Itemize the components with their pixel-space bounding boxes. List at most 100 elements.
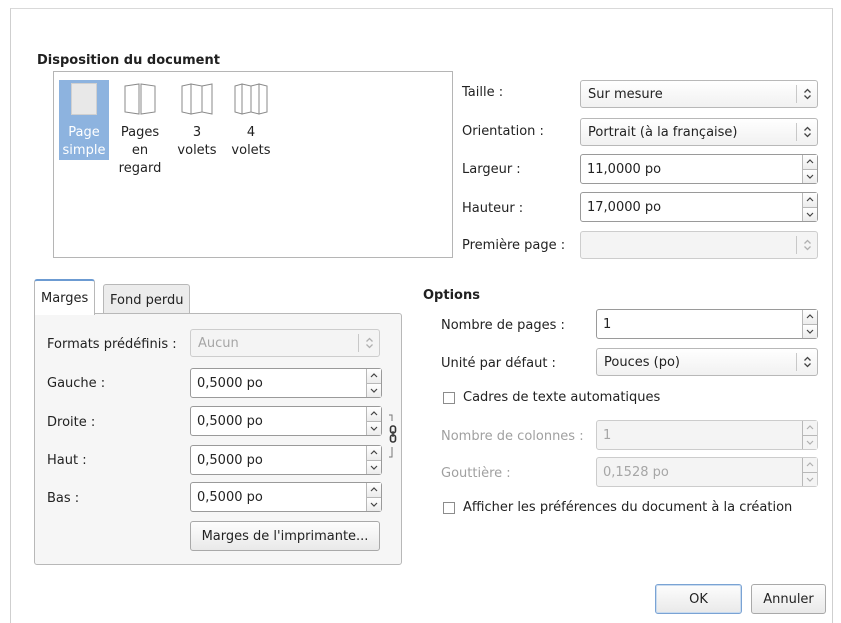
tab-margins-label: Marges: [41, 290, 89, 306]
layout-item-label-line1: 3: [192, 125, 202, 140]
layout-item-label-line1: Pages: [120, 125, 160, 140]
three-fold-icon: [172, 80, 222, 124]
layout-item-4-fold[interactable]: 4 volets: [224, 80, 278, 160]
gutter-decrement-button[interactable]: [803, 472, 817, 486]
width-input[interactable]: [581, 155, 802, 183]
height-spinbox[interactable]: [580, 192, 818, 222]
tab-bleed-label: Fond perdu: [110, 293, 184, 308]
bottom-margin-input[interactable]: [191, 483, 366, 511]
page-count-decrement-button[interactable]: [803, 324, 817, 338]
left-margin-decrement-button[interactable]: [367, 383, 381, 397]
show-prefs-checkbox-row[interactable]: Afficher les préférences du document à l…: [443, 500, 792, 515]
top-margin-label: Haut :: [47, 453, 87, 468]
left-margin-input[interactable]: [191, 369, 366, 397]
columns-label: Nombre de colonnes :: [441, 429, 584, 444]
size-label: Taille :: [462, 85, 504, 100]
left-margin-label: Gauche :: [47, 376, 106, 391]
presets-value: Aucun: [198, 335, 239, 351]
updown-arrows-icon: [797, 88, 817, 100]
auto-frames-checkbox[interactable]: [443, 391, 455, 404]
top-margin-spinbox[interactable]: [190, 445, 382, 475]
layout-item-label-line2: volets: [177, 143, 217, 158]
size-combo[interactable]: Sur mesure: [580, 80, 818, 108]
default-unit-value: Pouces (po): [604, 354, 680, 370]
bottom-margin-label: Bas :: [47, 491, 80, 506]
chevron-up-icon: [806, 314, 814, 319]
right-margin-input[interactable]: [191, 407, 366, 435]
top-margin-input[interactable]: [191, 446, 366, 474]
right-margin-label: Droite :: [47, 415, 96, 430]
orientation-label: Orientation :: [462, 124, 544, 139]
gutter-label: Gouttière :: [441, 466, 511, 481]
bottom-margin-increment-button[interactable]: [367, 483, 381, 498]
show-prefs-label: Afficher les préférences du document à l…: [463, 500, 793, 515]
chevron-down-icon: [370, 502, 378, 507]
first-page-label: Première page :: [462, 238, 566, 253]
top-margin-decrement-button[interactable]: [367, 460, 381, 474]
gutter-increment-button[interactable]: [803, 458, 817, 473]
printer-margins-button[interactable]: Marges de l'imprimante...: [190, 521, 380, 551]
width-label: Largeur :: [462, 162, 521, 177]
width-decrement-button[interactable]: [803, 169, 817, 183]
tab-margins[interactable]: Marges: [34, 279, 96, 315]
orientation-value: Portrait (à la française): [588, 124, 738, 140]
chevron-up-icon: [806, 197, 814, 202]
chain-link-icon: [389, 414, 397, 458]
height-increment-button[interactable]: [803, 193, 817, 208]
right-margin-spinbox[interactable]: [190, 406, 382, 436]
layout-item-facing-pages[interactable]: Pages en regard: [117, 80, 163, 190]
chevron-down-icon: [806, 440, 814, 445]
layout-item-label-line1: Page: [68, 125, 100, 140]
presets-combo[interactable]: Aucun: [190, 329, 380, 357]
chevron-up-icon: [370, 487, 378, 492]
chevron-down-icon: [806, 477, 814, 482]
width-increment-button[interactable]: [803, 155, 817, 170]
link-margins-toggle[interactable]: [387, 413, 399, 463]
chevron-up-icon: [806, 462, 814, 467]
left-margin-spinbox[interactable]: [190, 368, 382, 398]
tab-bleed[interactable]: Fond perdu: [103, 284, 191, 316]
size-value: Sur mesure: [588, 86, 663, 102]
gutter-spinbox[interactable]: [596, 457, 818, 487]
columns-increment-button[interactable]: [803, 421, 817, 436]
page-count-label: Nombre de pages :: [441, 318, 565, 333]
chevron-up-icon: [370, 411, 378, 416]
page-count-increment-button[interactable]: [803, 310, 817, 325]
presets-label: Formats prédéfinis :: [47, 337, 177, 352]
gutter-input[interactable]: [597, 458, 802, 486]
default-unit-combo[interactable]: Pouces (po): [596, 348, 818, 376]
height-label: Hauteur :: [462, 201, 524, 216]
right-margin-increment-button[interactable]: [367, 407, 381, 422]
top-margin-increment-button[interactable]: [367, 446, 381, 461]
left-margin-increment-button[interactable]: [367, 369, 381, 384]
columns-input[interactable]: [597, 421, 802, 449]
updown-arrows-icon: [797, 126, 817, 138]
printer-margins-label: Marges de l'imprimante...: [201, 528, 369, 544]
bottom-margin-decrement-button[interactable]: [367, 497, 381, 511]
chevron-up-icon: [370, 373, 378, 378]
height-decrement-button[interactable]: [803, 207, 817, 221]
orientation-combo[interactable]: Portrait (à la française): [580, 118, 818, 146]
layout-item-3-fold[interactable]: 3 volets: [172, 80, 222, 160]
chevron-down-icon: [806, 329, 814, 334]
show-prefs-checkbox[interactable]: [443, 501, 455, 514]
height-input[interactable]: [581, 193, 802, 221]
page-count-spinbox[interactable]: [596, 309, 818, 339]
page-count-input[interactable]: [597, 310, 802, 338]
cancel-button[interactable]: Annuler: [751, 584, 826, 614]
chevron-down-icon: [370, 388, 378, 393]
ok-button[interactable]: OK: [655, 584, 742, 614]
layout-item-label-line2: simple: [62, 143, 106, 158]
width-spinbox[interactable]: [580, 154, 818, 184]
layout-item-single-page[interactable]: Page simple: [59, 80, 109, 160]
layout-item-label-line2: volets: [231, 143, 271, 158]
right-margin-decrement-button[interactable]: [367, 421, 381, 435]
first-page-combo[interactable]: [580, 231, 818, 259]
chevron-down-icon: [370, 426, 378, 431]
bottom-margin-spinbox[interactable]: [190, 482, 382, 512]
options-title: Options: [423, 288, 480, 303]
columns-decrement-button[interactable]: [803, 435, 817, 449]
layout-item-label-line2: en: [131, 143, 149, 158]
columns-spinbox[interactable]: [596, 420, 818, 450]
auto-frames-checkbox-row[interactable]: Cadres de texte automatiques: [443, 390, 660, 405]
